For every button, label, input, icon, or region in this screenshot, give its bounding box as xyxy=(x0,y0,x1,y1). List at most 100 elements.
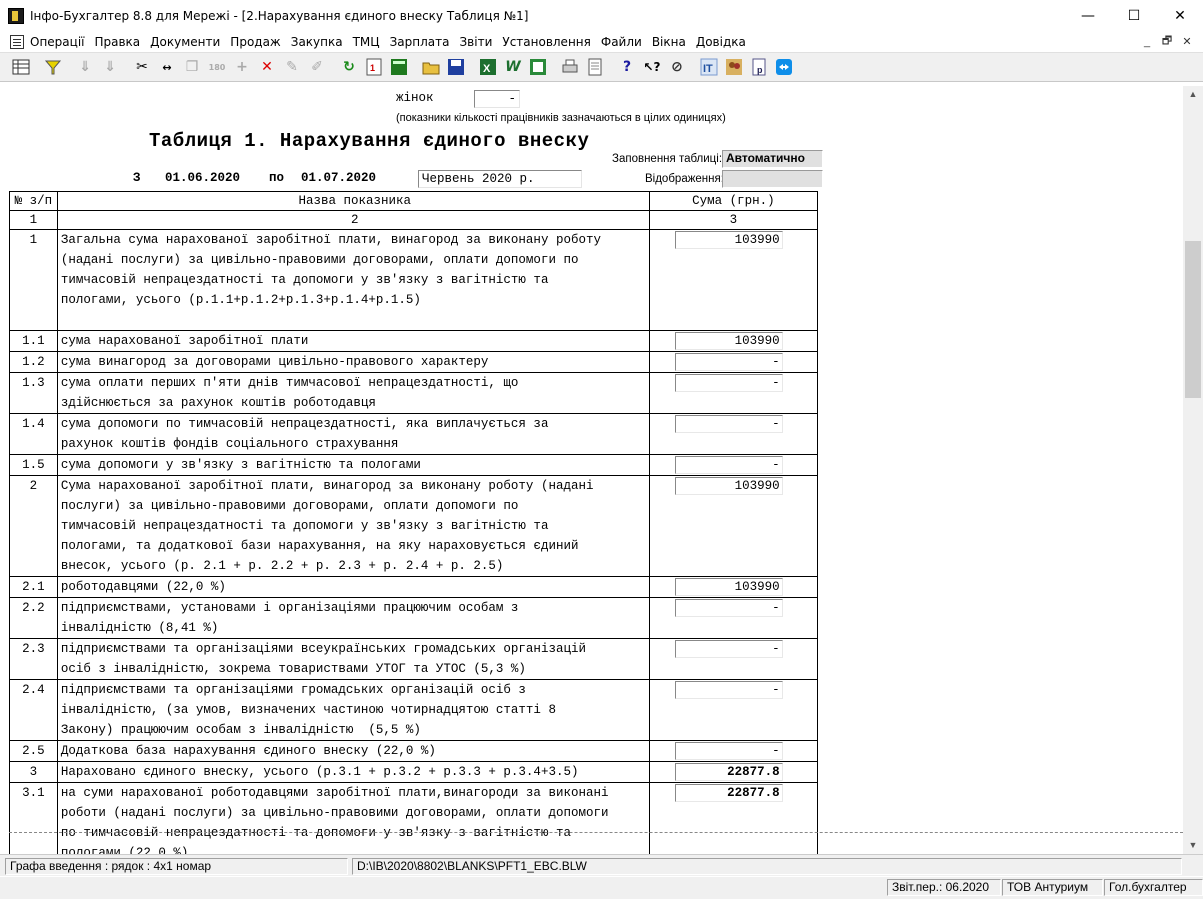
row-sum-field[interactable]: 103990 xyxy=(674,578,783,596)
word-icon[interactable]: W xyxy=(502,56,524,78)
people-icon[interactable] xyxy=(723,56,745,78)
split-icon[interactable]: ↔ xyxy=(156,56,178,78)
compass-icon[interactable]: ⊘ xyxy=(666,56,688,78)
vertical-scrollbar[interactable]: ▲ ▼ xyxy=(1183,86,1203,854)
row-sum-field[interactable]: 22877.8 xyxy=(674,784,783,802)
fill-mode-field[interactable]: Автоматично xyxy=(722,150,823,168)
row-sum-field[interactable]: - xyxy=(674,681,783,699)
rename-icon[interactable]: ✐ xyxy=(306,56,328,78)
row-sum-field[interactable]: - xyxy=(674,415,783,433)
table-column-numbers-row: 1 2 3 xyxy=(9,210,819,230)
pdf-icon[interactable]: 1 xyxy=(363,56,385,78)
row-sum-cell: - xyxy=(648,638,819,680)
excel-icon[interactable]: X xyxy=(477,56,499,78)
table-row: 2.3 підприємствами та організаціями всеук… xyxy=(9,638,819,680)
svg-text:X: X xyxy=(483,63,491,75)
print-icon[interactable] xyxy=(559,56,581,78)
row-sum-cell: - xyxy=(648,454,819,476)
entry-status: Графа введення : рядок : 4х1 номар xyxy=(5,858,348,875)
mdi-restore-button[interactable]: 🗗 xyxy=(1157,32,1177,51)
row-sum-cell: - xyxy=(648,679,819,741)
menu-operations[interactable]: Операції xyxy=(30,35,84,49)
row-description: Нараховано єдиного внеску, усього (р.3.1… xyxy=(56,761,650,783)
row-sum-field[interactable]: - xyxy=(674,742,783,760)
row-sum-field[interactable]: 103990 xyxy=(674,231,783,249)
calculator-icon[interactable] xyxy=(388,56,410,78)
delete-icon[interactable]: ✕ xyxy=(256,56,278,78)
mdi-minimize-button[interactable]: _ xyxy=(1137,36,1157,48)
table-row: 3.1 на суми нарахованої роботодавцями зар… xyxy=(9,782,819,854)
menu-sales[interactable]: Продаж xyxy=(230,35,280,49)
app-logo-icon xyxy=(8,7,24,24)
report-icon[interactable]: p xyxy=(748,56,770,78)
row-description: сума допомоги по тимчасовій непрацездатн… xyxy=(56,413,650,455)
menu-edit[interactable]: Правка xyxy=(94,35,140,49)
row-sum-cell: 103990 xyxy=(648,576,819,598)
row-number: 3.1 xyxy=(9,782,58,854)
save-icon[interactable] xyxy=(445,56,467,78)
row-sum-field[interactable]: - xyxy=(674,374,783,392)
sort-asc-icon[interactable]: ⇓ xyxy=(74,56,96,78)
mdi-close-button[interactable]: ✕ xyxy=(1177,35,1197,48)
row-number: 1 xyxy=(9,229,58,331)
menu-reports[interactable]: Звіти xyxy=(459,35,492,49)
minimize-button[interactable]: — xyxy=(1065,0,1111,31)
row-description: на суми нарахованої роботодавцями заробі… xyxy=(56,782,650,854)
add-icon[interactable]: + xyxy=(231,56,253,78)
scroll-up-icon[interactable]: ▲ xyxy=(1183,86,1203,103)
menu-documents[interactable]: Документи xyxy=(150,35,220,49)
menu-files[interactable]: Файли xyxy=(601,35,642,49)
scroll-down-icon[interactable]: ▼ xyxy=(1183,837,1203,854)
toolbar: ⇓ ⇓ ✂ ↔ ❐ 180 + ✕ ✎ ✐ ↻ 1 X W ? ↖? ⊘ IT … xyxy=(0,52,1203,82)
women-field[interactable]: - xyxy=(474,90,520,108)
row-number: 1.1 xyxy=(9,330,58,352)
menu-help[interactable]: Довідка xyxy=(696,35,746,49)
row-sum-field[interactable]: - xyxy=(674,456,783,474)
document-area: жінок - (показники кількості працівників… xyxy=(0,86,1183,854)
open-folder-icon[interactable] xyxy=(420,56,442,78)
table-row: 1 Загальна сума нарахованої заробітної пл… xyxy=(9,229,819,331)
close-button[interactable]: ✕ xyxy=(1157,0,1203,31)
row-sum-cell: 103990 xyxy=(648,330,819,352)
column-number-1: 1 xyxy=(9,210,58,230)
row-number: 2.4 xyxy=(9,679,58,741)
row-sum-field[interactable]: - xyxy=(674,599,783,617)
sort-desc-icon[interactable]: ⇓ xyxy=(99,56,121,78)
period-month-field[interactable]: Червень 2020 р. xyxy=(418,170,582,188)
it-icon[interactable]: IT xyxy=(698,56,720,78)
title-bar: Інфо-Бухгалтер 8.8 для Мережі - [2.Нарах… xyxy=(0,0,1203,31)
menu-salary[interactable]: Зарплата xyxy=(390,35,450,49)
refresh-icon[interactable]: ↻ xyxy=(338,56,360,78)
table-icon[interactable] xyxy=(10,56,32,78)
scroll-thumb[interactable] xyxy=(1185,241,1201,398)
row-sum-cell: - xyxy=(648,372,819,414)
row-sum-field[interactable]: 103990 xyxy=(674,477,783,495)
export-icon[interactable] xyxy=(527,56,549,78)
row-sum-field[interactable]: - xyxy=(674,640,783,658)
copy-icon[interactable]: ❐ xyxy=(181,56,203,78)
report-period-status: Звіт.пер.: 06.2020 xyxy=(887,879,1001,896)
help-icon[interactable]: ? xyxy=(616,56,638,78)
row-sum-field[interactable]: 22877.8 xyxy=(674,763,783,781)
menu-windows[interactable]: Вікна xyxy=(652,35,686,49)
menu-purchase[interactable]: Закупка xyxy=(291,35,343,49)
row-number: 2.3 xyxy=(9,638,58,680)
women-label: жінок xyxy=(396,91,434,105)
cut-icon[interactable]: ✂ xyxy=(131,56,153,78)
svg-text:IT: IT xyxy=(703,63,713,75)
menu-settings[interactable]: Установлення xyxy=(502,35,590,49)
row-sum-field[interactable]: - xyxy=(674,353,783,371)
teamviewer-icon[interactable] xyxy=(773,56,795,78)
context-help-icon[interactable]: ↖? xyxy=(641,56,663,78)
edit-icon[interactable]: ✎ xyxy=(281,56,303,78)
maximize-button[interactable]: ☐ xyxy=(1111,0,1157,31)
preview-icon[interactable] xyxy=(584,56,606,78)
menu-inventory[interactable]: ТМЦ xyxy=(353,35,380,49)
document-icon[interactable] xyxy=(10,34,24,49)
row-sum-field[interactable]: 103990 xyxy=(674,332,783,350)
display-mode-field[interactable] xyxy=(722,170,823,188)
table-row: 1.1 сума нарахованої заробітної плати 1039… xyxy=(9,330,819,352)
rotate-icon[interactable]: 180 xyxy=(206,56,228,78)
row-sum-cell: 22877.8 xyxy=(648,782,819,854)
filter-icon[interactable] xyxy=(42,56,64,78)
